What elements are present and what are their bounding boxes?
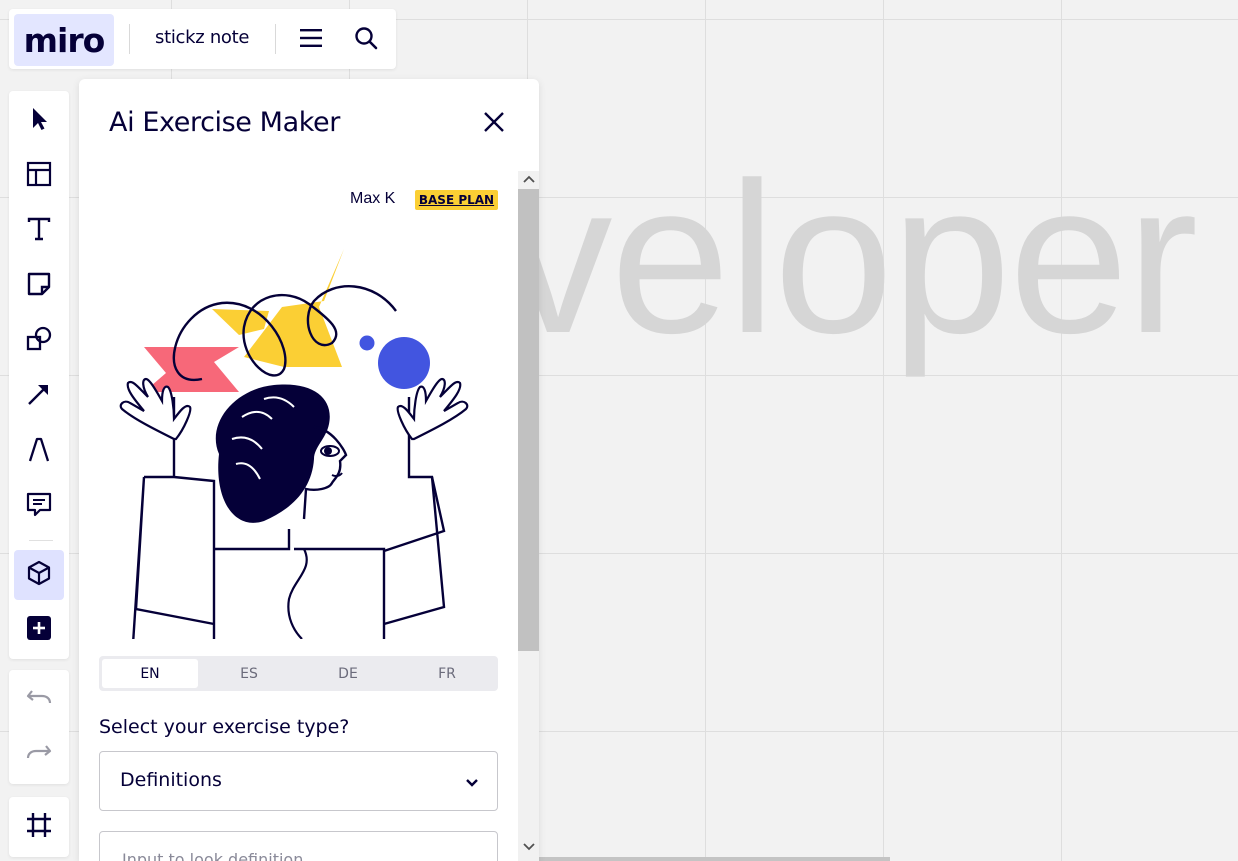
- templates-tool[interactable]: [14, 151, 64, 201]
- undo-redo-toolbar: [9, 670, 69, 784]
- canvas-text[interactable]: veloper: [505, 150, 1198, 365]
- connection-line-tool[interactable]: [14, 371, 64, 421]
- tab-de[interactable]: DE: [300, 659, 396, 688]
- panel-title: Ai Exercise Maker: [109, 107, 340, 138]
- pen-icon: [26, 435, 52, 467]
- exercise-type-select[interactable]: Definitions: [99, 751, 498, 811]
- tab-es[interactable]: ES: [201, 659, 297, 688]
- miro-logo-button[interactable]: miro: [14, 14, 114, 66]
- frames-button[interactable]: [14, 802, 64, 852]
- creation-toolbar: [9, 91, 69, 659]
- board-name[interactable]: stickz note: [155, 27, 249, 48]
- comment-tool[interactable]: [14, 481, 64, 531]
- comment-icon: [26, 491, 52, 521]
- chevron-down-icon: [465, 774, 479, 793]
- topbar-divider: [129, 24, 130, 54]
- panel-scrollbar[interactable]: [518, 171, 539, 861]
- hamburger-icon: [299, 27, 323, 53]
- exercise-type-value: Definitions: [120, 769, 222, 791]
- search-button[interactable]: [350, 24, 382, 56]
- redo-icon: [26, 743, 52, 767]
- plus-icon: [26, 615, 52, 645]
- select-tool[interactable]: [14, 96, 64, 146]
- more-tools-button[interactable]: [14, 605, 64, 655]
- ai-exercise-maker-panel: Ai Exercise Maker Max K BASE PLAN EN ES …: [79, 79, 539, 861]
- frames-toolbar: [9, 797, 69, 857]
- language-tabs: EN ES DE FR: [99, 656, 498, 691]
- close-icon: [482, 110, 506, 138]
- toolbar-divider: [29, 540, 53, 541]
- user-name: Max K: [350, 190, 396, 207]
- undo-button[interactable]: [14, 675, 64, 725]
- top-bar: miro stickz note: [9, 9, 396, 69]
- scroll-down-arrow[interactable]: [518, 839, 539, 855]
- sticky-note-icon: [26, 271, 52, 301]
- hero-illustration: [114, 239, 484, 660]
- apps-tool[interactable]: [14, 550, 64, 600]
- search-icon: [354, 26, 378, 54]
- exercise-type-label: Select your exercise type?: [99, 716, 350, 738]
- text-tool[interactable]: [14, 206, 64, 256]
- shapes-icon: [25, 325, 53, 357]
- cursor-icon: [28, 106, 50, 136]
- scrollbar-thumb[interactable]: [518, 189, 539, 651]
- close-panel-button[interactable]: [479, 109, 509, 139]
- plan-badge[interactable]: BASE PLAN: [415, 190, 498, 210]
- frame-icon: [25, 811, 53, 843]
- pen-tool[interactable]: [14, 426, 64, 476]
- main-menu-button[interactable]: [295, 24, 327, 56]
- shapes-tool[interactable]: [14, 316, 64, 366]
- topbar-divider: [275, 24, 276, 54]
- cube-icon: [26, 560, 52, 590]
- layout-icon: [26, 161, 52, 191]
- scroll-up-arrow[interactable]: [518, 171, 539, 187]
- arrow-icon: [26, 381, 52, 411]
- definition-input-box[interactable]: [99, 831, 498, 861]
- redo-button[interactable]: [14, 730, 64, 780]
- tab-en[interactable]: EN: [102, 659, 198, 688]
- definition-input[interactable]: [120, 849, 474, 861]
- tab-fr[interactable]: FR: [399, 659, 495, 688]
- undo-icon: [26, 688, 52, 712]
- sticky-note-tool[interactable]: [14, 261, 64, 311]
- miro-logo: miro: [23, 20, 106, 60]
- text-icon: [26, 216, 52, 246]
